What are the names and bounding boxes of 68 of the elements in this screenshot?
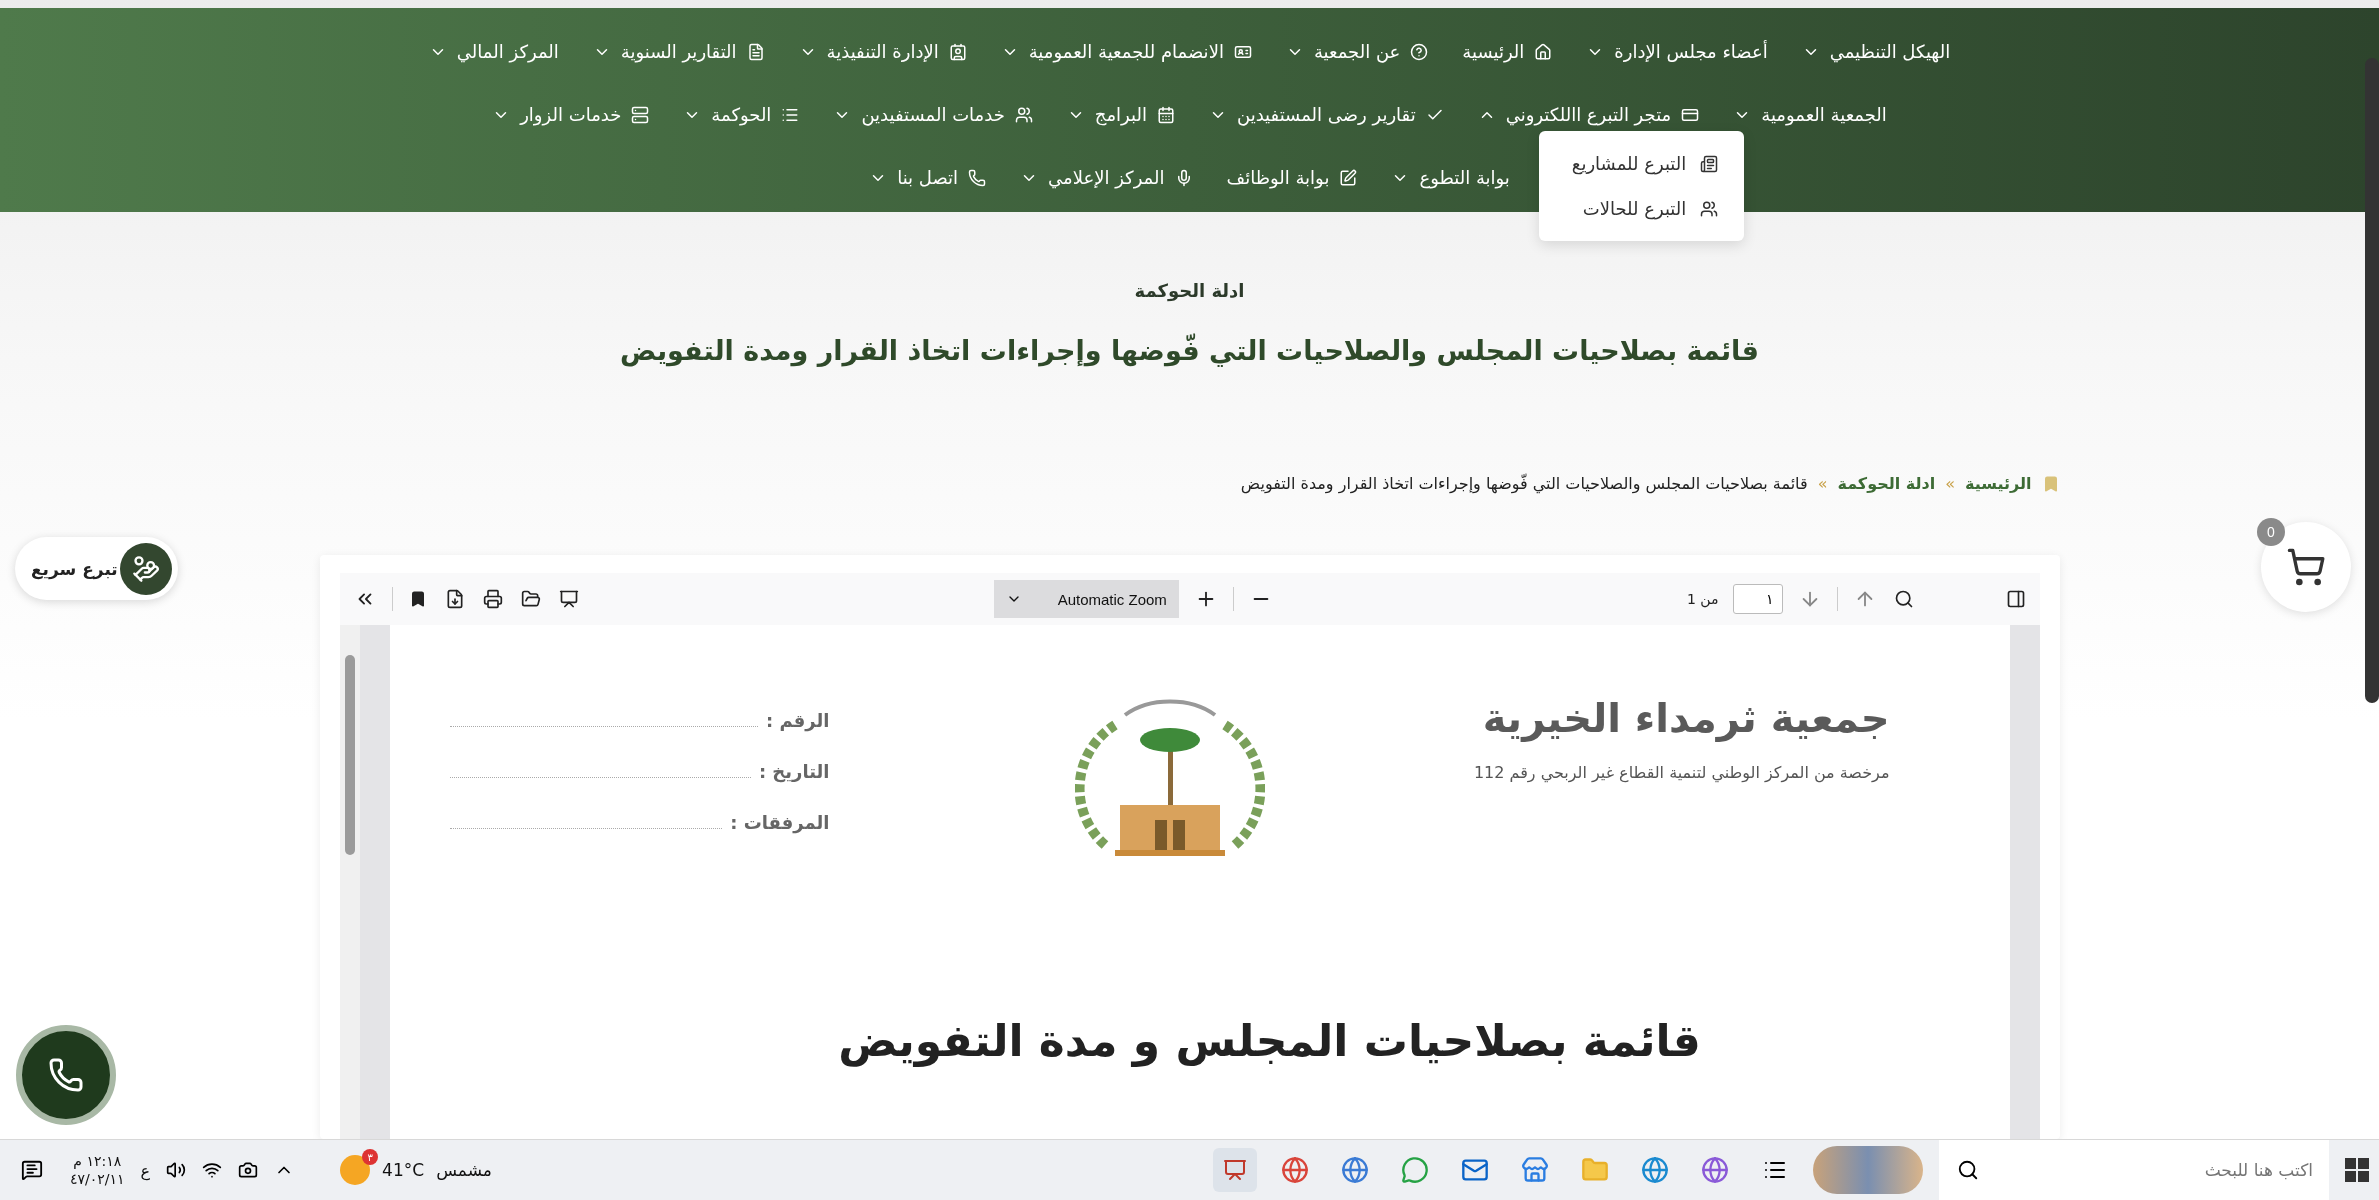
breadcrumb-separator: » — [1945, 474, 1955, 493]
nav-link[interactable]: بوابة التطوع — [1419, 167, 1510, 188]
field-label: الرقم : — [766, 710, 830, 731]
nav-icon — [746, 42, 765, 61]
language-indicator[interactable]: ع — [140, 1160, 151, 1180]
nav-icon — [1156, 105, 1175, 124]
nav-icon — [1534, 42, 1553, 61]
nav-link[interactable]: المركز المالي — [456, 41, 559, 62]
nav-icon — [1339, 168, 1358, 187]
speaker-icon[interactable] — [166, 1160, 187, 1180]
nav-link[interactable]: الانضمام للجمعية العمومية — [1028, 41, 1252, 62]
nav-icon — [948, 42, 967, 61]
nav-link[interactable]: أعضاء مجلس الإدارة — [1614, 41, 1768, 62]
nav-link[interactable]: الرئيسية — [1462, 41, 1553, 62]
nav-icon — [1014, 105, 1033, 124]
breadcrumb-current[interactable]: قائمة بصلاحيات المجلس والصلاحيات التي فّوضها وإجراءات اتخاذ القرار ومدة التفويض — [1240, 474, 1808, 493]
breadcrumb-separator: » — [1817, 474, 1828, 493]
page-title: قائمة بصلاحيات المجلس والصلاحيات التي فّوضها وإجراءات اتخاذ القرار ومدة التفويض — [619, 335, 1760, 366]
nav-link[interactable]: خدمات المستفيدين — [861, 104, 1033, 125]
nav-link[interactable]: الحوكمة — [711, 104, 800, 125]
document-heading: قائمة بصلاحيات المجلس و مدة التفويض — [837, 1015, 1702, 1066]
nav-link[interactable]: الهيكل التنظيمي — [1829, 41, 1951, 62]
hand-coins-icon — [120, 542, 172, 595]
dropdown-item[interactable]: التبرع للحالات — [1539, 186, 1745, 231]
dropdown-item[interactable]: التبرع للمشاريع — [1539, 141, 1745, 186]
nav-link[interactable]: المركز الإعلامي — [1048, 167, 1193, 188]
nav-link[interactable]: بوابة الوظائف — [1226, 167, 1358, 188]
menu-item-icon — [1700, 199, 1719, 218]
weather-temp: 41°C — [382, 1160, 425, 1180]
zoom-select[interactable]: Automatic Zoom — [993, 580, 1179, 618]
nav-link[interactable]: اتصل بنا — [897, 167, 987, 188]
search-icon — [1957, 1159, 1979, 1181]
nav-link[interactable]: التقارير السنوية — [620, 41, 765, 62]
quick-donate-button[interactable]: تبرع سريع — [15, 537, 178, 600]
taskbar-search-field[interactable]: اكتب هنا للبحث — [1939, 1140, 2329, 1200]
field-label: التاريخ : — [758, 761, 830, 782]
nav-link[interactable]: تقارير رضى المستفيدين — [1236, 104, 1444, 125]
weather-condition: مشمس — [436, 1160, 492, 1180]
page-total: من 1 — [1686, 591, 1719, 607]
page-kicker: ادلة الحوكمة — [1133, 280, 1246, 301]
breadcrumb-link[interactable]: الرئيسية — [1965, 474, 2032, 493]
breadcrumb-link[interactable]: ادلة الحوكمة — [1837, 474, 1936, 493]
photo-placeholder[interactable] — [1813, 1146, 1923, 1194]
windows-logo-icon[interactable] — [2345, 1158, 2369, 1182]
org-name: جمعية ثرمداء الخيرية — [1481, 695, 1890, 741]
scrollbar[interactable] — [2365, 58, 2379, 703]
field-label: المرفقات : — [730, 812, 830, 833]
app-icon[interactable] — [1213, 1148, 1257, 1192]
wifi-icon[interactable] — [202, 1160, 223, 1180]
cart-icon — [2286, 547, 2326, 587]
nav-icon — [631, 105, 650, 124]
clock[interactable]: ١٢:١٨ م ٤٧/٠٢/١١ — [70, 1151, 125, 1189]
menu-item-icon — [1700, 154, 1719, 173]
nav-icon — [1410, 42, 1429, 61]
nav-link[interactable]: عن الجمعية — [1313, 41, 1429, 62]
nav-link[interactable]: متجر التبرع االلكتروني — [1505, 104, 1700, 125]
camera-icon[interactable] — [238, 1160, 259, 1180]
nav-icon — [968, 168, 987, 187]
cart-count: 0 — [2257, 518, 2285, 546]
scrollbar[interactable] — [339, 625, 360, 1139]
nav-link[interactable]: البرامج — [1094, 104, 1175, 125]
weather-badge: ٣ — [362, 1149, 379, 1165]
nav-link[interactable]: الجمعية العمومية — [1761, 104, 1887, 125]
page-number-field[interactable]: ١ — [1732, 584, 1783, 614]
nav-link[interactable]: الإدارة التنفيذية — [826, 41, 967, 62]
license-text: مرخصة من المركز الوطني لتنمية القطاع غير الربحي رقم 112 — [1472, 763, 1890, 782]
nav-link[interactable]: خدمات الزوار — [520, 104, 650, 125]
phone-icon — [48, 1057, 84, 1093]
